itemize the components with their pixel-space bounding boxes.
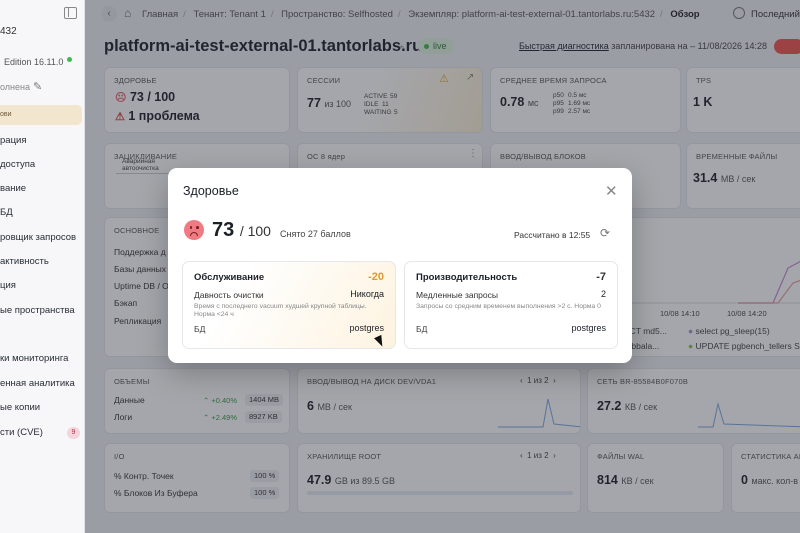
pencil-icon[interactable]: ✎ — [33, 80, 42, 93]
sidebar-item-access[interactable]: доступа — [0, 159, 35, 170]
sidebar-item-maintenance[interactable]: вание — [0, 183, 26, 194]
refresh-icon[interactable]: ⟳ — [600, 226, 610, 240]
sidebar-item-activity[interactable]: активность — [0, 256, 49, 267]
sidebar-item-overview[interactable]: ови — [0, 105, 82, 125]
sidebar-item-tablespaces[interactable]: ые пространства — [0, 305, 75, 316]
sidebar-port: 432 — [0, 26, 17, 37]
performance-score: -7 — [596, 271, 606, 283]
modal-score: 73 / 100 — [212, 219, 271, 241]
sidebar-item-cve[interactable]: сти (CVE) — [0, 427, 43, 438]
sidebar: 432 Edition 16.11.0 олнена ✎ ови рация д… — [0, 0, 85, 533]
performance-panel[interactable]: Производительность -7 Медленные запросы … — [404, 261, 618, 349]
sidebar-item-databases[interactable]: БД — [0, 207, 13, 218]
close-icon[interactable]: ✕ — [605, 184, 618, 199]
maintenance-panel[interactable]: Обслуживание -20 Давность очистки Никогд… — [182, 261, 396, 349]
sad-face-icon — [184, 220, 204, 240]
sidebar-item-configuration[interactable]: рация — [0, 135, 26, 146]
sidebar-item-replication[interactable]: ция — [0, 280, 16, 291]
modal-calculated-time: Рассчитано в 12:55 — [514, 230, 591, 240]
sidebar-item-query-planner[interactable]: ровщик запросов — [0, 232, 76, 243]
maintenance-score: -20 — [368, 271, 384, 283]
status-dot-icon — [66, 57, 72, 62]
modal-deduction: Снято 27 баллов — [280, 229, 351, 239]
cve-count-badge: 9 — [67, 427, 80, 439]
sidebar-item-backups[interactable]: ые копии — [0, 402, 40, 413]
sidebar-toggle-icon[interactable] — [64, 7, 77, 19]
sidebar-item-analytics[interactable]: енная аналитика — [0, 378, 75, 389]
sidebar-item-monitoring[interactable]: ки мониторинга — [0, 353, 68, 364]
health-modal: Здоровье ✕ 73 / 100 Снято 27 баллов Расс… — [168, 168, 632, 363]
modal-title: Здоровье — [183, 184, 239, 198]
sidebar-status: олнена — [0, 82, 31, 92]
sidebar-edition: Edition 16.11.0 — [4, 57, 72, 67]
